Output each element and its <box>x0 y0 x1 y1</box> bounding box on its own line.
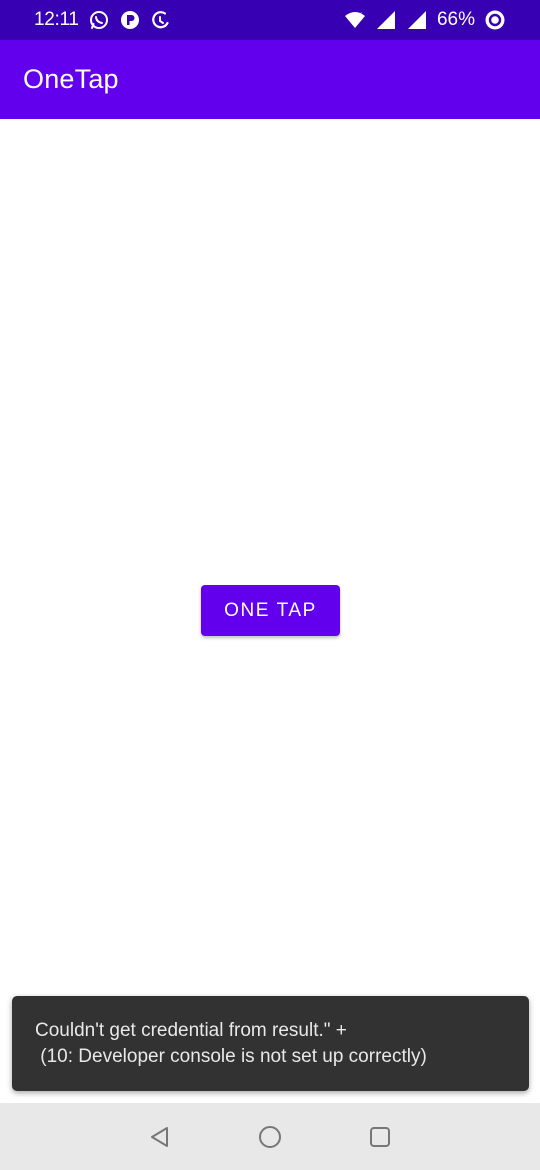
snackbar-message-line1: Couldn't get credential from result." + <box>35 1020 347 1041</box>
recents-icon[interactable] <box>367 1124 393 1150</box>
one-tap-button[interactable]: ONE TAP <box>201 585 340 636</box>
status-bar: 12:11 x 66% <box>0 0 540 40</box>
app-notification-icon <box>119 9 141 31</box>
app-screen: 12:11 x 66% OneTap ONE TAP Couldn't get … <box>0 0 540 1170</box>
do-not-disturb-icon <box>150 9 172 31</box>
status-bar-left: 12:11 <box>34 9 172 31</box>
battery-percent: 66% <box>436 9 475 30</box>
signal-icon <box>375 9 397 31</box>
signal-icon <box>406 9 428 31</box>
app-title: OneTap <box>23 64 119 94</box>
svg-text:x: x <box>358 10 362 19</box>
snackbar: Couldn't get credential from result." + … <box>12 996 529 1091</box>
whatsapp-icon <box>88 9 110 31</box>
home-icon[interactable] <box>257 1124 283 1150</box>
status-time: 12:11 <box>34 9 79 30</box>
wifi-icon: x <box>344 9 366 31</box>
navigation-bar <box>0 1103 540 1170</box>
status-bar-right: x 66% <box>344 9 506 31</box>
snackbar-message-line2: (10: Developer console is not set up cor… <box>35 1046 427 1067</box>
app-bar: OneTap <box>0 40 540 119</box>
back-icon[interactable] <box>147 1124 173 1150</box>
battery-saver-icon <box>484 9 506 31</box>
